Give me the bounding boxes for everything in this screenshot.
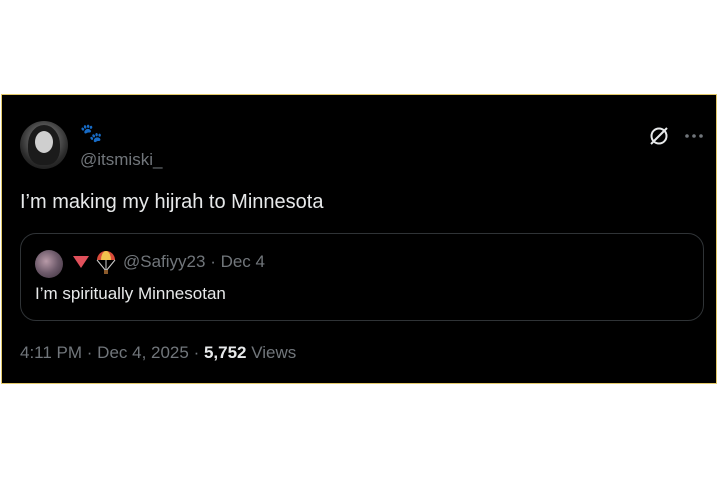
quoted-tweet[interactable]: @Safiyy23 · Dec 4 I’m spiritually Minnes… <box>20 233 704 321</box>
parachute-icon <box>96 251 116 274</box>
tweet-card[interactable]: 🐾 @itsmiski_ I’m making my hijrah to Min… <box>1 94 717 384</box>
quote-meta: @Safiyy23 · Dec 4 <box>123 252 265 272</box>
author-handle[interactable]: @itsmiski_ <box>80 150 162 170</box>
views-label[interactable]: Views <box>251 343 296 362</box>
avatar-face <box>35 131 53 153</box>
views-count: 5,752 <box>203 343 247 362</box>
footer-separator-2: · <box>188 343 204 362</box>
quote-handle[interactable]: @Safiyy23 <box>123 252 205 271</box>
tweet-time[interactable]: 4:11 PM <box>20 343 82 362</box>
more-icon[interactable] <box>684 125 704 147</box>
tweet-date[interactable]: Dec 4, 2025 <box>97 343 189 362</box>
red-triangle-icon <box>73 256 89 268</box>
paw-prints-icon: 🐾 <box>80 123 103 143</box>
quote-separator: · <box>205 252 221 271</box>
author-avatar[interactable] <box>20 121 68 169</box>
tweet-footer: 4:11 PM · Dec 4, 2025 · 5,752 Views <box>20 343 296 363</box>
tweet-text: I’m making my hijrah to Minnesota <box>20 191 324 213</box>
quote-text: I’m spiritually Minnesotan <box>35 284 226 303</box>
footer-separator-1: · <box>82 343 98 362</box>
grok-icon[interactable] <box>648 125 670 147</box>
quote-date[interactable]: Dec 4 <box>221 252 265 271</box>
quote-author-avatar[interactable] <box>35 250 63 278</box>
